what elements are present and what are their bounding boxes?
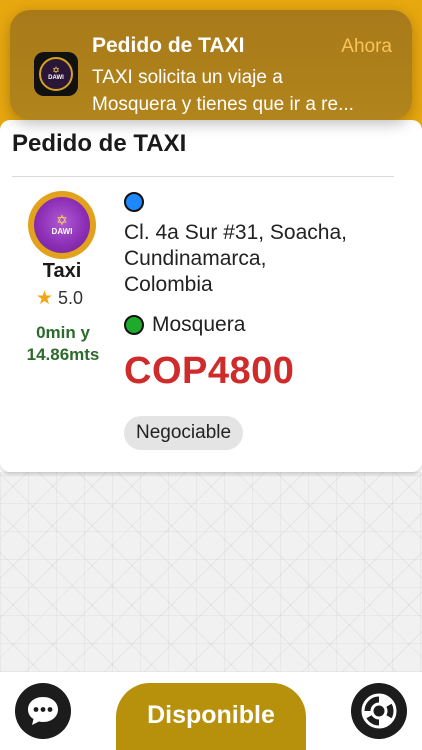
notification-line: TAXI solicita un viaje a bbox=[92, 67, 283, 88]
help-button[interactable] bbox=[351, 683, 407, 739]
logo-text: DAWI bbox=[51, 227, 73, 236]
chat-bubble-icon bbox=[28, 697, 58, 725]
notification-line: Mosquera y tienes que ir a re... bbox=[92, 94, 354, 115]
availability-button[interactable]: Disponible bbox=[116, 683, 306, 750]
chat-button[interactable] bbox=[15, 683, 71, 739]
destination-address: Mosquera bbox=[152, 313, 246, 336]
origin-address-line: Colombia bbox=[124, 273, 213, 296]
order-title: Pedido de TAXI bbox=[12, 130, 187, 157]
origin-dot-icon bbox=[124, 192, 144, 212]
screen: Pedido de TAXI ✡ DAWI Taxi ★ 5.0 0min y … bbox=[0, 0, 422, 750]
notification-time: Ahora bbox=[341, 36, 392, 57]
company-logo: ✡ DAWI bbox=[28, 191, 96, 259]
origin-address-line: Cundinamarca, bbox=[124, 247, 267, 270]
star-icon: ★ bbox=[36, 287, 54, 309]
logo-badge-icon: ✡ DAWI bbox=[34, 197, 90, 253]
price: COP4800 bbox=[124, 350, 295, 392]
destination-dot-icon bbox=[124, 315, 144, 335]
rating-value: 5.0 bbox=[58, 287, 84, 308]
dawi-logo-icon: ✡ DAWI bbox=[39, 57, 73, 91]
app-icon-text: DAWI bbox=[48, 75, 64, 81]
app-icon: ✡ DAWI bbox=[34, 52, 78, 96]
origin-address-line: Cl. 4a Sur #31, Soacha, bbox=[124, 221, 347, 244]
divider bbox=[12, 176, 394, 177]
lifebuoy-icon bbox=[361, 693, 397, 729]
notification-body: TAXI solicita un viaje a Mosquera y tien… bbox=[92, 64, 402, 118]
rating: ★ 5.0 bbox=[36, 287, 83, 309]
vehicle-type: Taxi bbox=[42, 260, 82, 282]
eta: 0min y 14.86mts bbox=[10, 322, 116, 366]
push-notification[interactable]: ✡ DAWI Pedido de TAXI Ahora TAXI solicit… bbox=[10, 10, 412, 120]
negotiable-badge: Negociable bbox=[124, 416, 244, 450]
star-of-david-icon: ✡ bbox=[52, 65, 60, 75]
pattern-background bbox=[0, 472, 422, 672]
notification-title: Pedido de TAXI bbox=[92, 34, 245, 57]
eta-distance: 14.86mts bbox=[26, 345, 100, 364]
origin-address: Cl. 4a Sur #31, Soacha, Cundinamarca, Co… bbox=[124, 220, 394, 298]
eta-time: 0min y bbox=[36, 323, 90, 342]
star-of-david-icon: ✡ bbox=[56, 212, 68, 228]
